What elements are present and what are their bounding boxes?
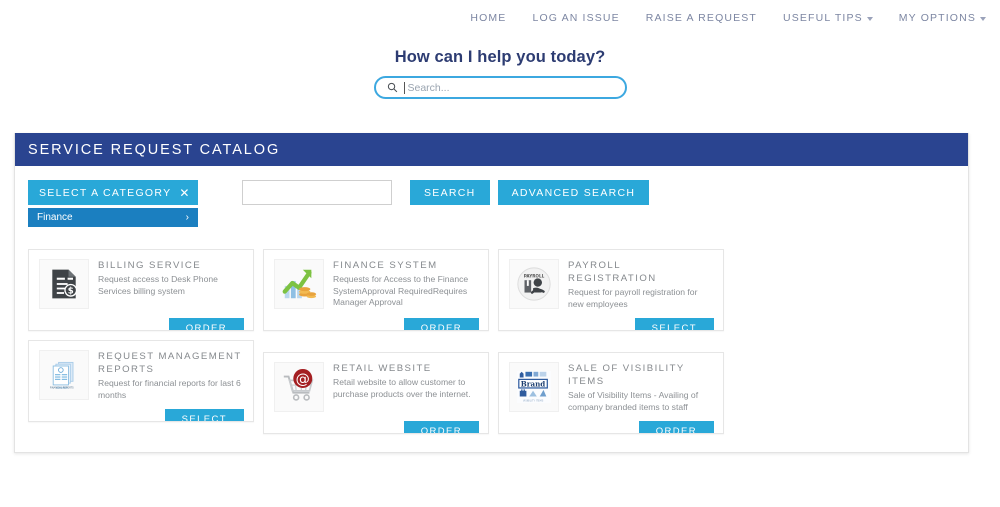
service-card[interactable]: Brand VISIBILITY ITEMS SALE OF VISIBILIT… <box>498 352 724 434</box>
service-card-text: FINANCE SYSTEM Requests for Access to th… <box>333 259 478 311</box>
nav-item-label: MY OPTIONS <box>898 12 976 24</box>
hero-section: How can I help you today? <box>0 48 1000 99</box>
service-card-title: BILLING SERVICE <box>98 260 202 271</box>
advanced-search-button[interactable]: ADVANCED SEARCH <box>497 180 650 205</box>
search-button[interactable]: SEARCH <box>410 180 490 205</box>
svg-text:$: $ <box>68 287 74 297</box>
order-button[interactable]: ORDER <box>403 318 479 330</box>
chevron-down-icon <box>980 17 986 21</box>
subcategory-label: Finance <box>37 212 73 223</box>
select-category-label: SELECT A CATEGORY <box>39 186 172 199</box>
service-card[interactable]: FINANCIAL REPORTS REQUEST MANAGEMENT REP… <box>28 340 254 422</box>
financial-reports-icon: FINANCIAL REPORTS <box>39 350 89 400</box>
service-card-text: REQUEST MANAGEMENT REPORTS Request for f… <box>98 350 243 402</box>
service-request-catalog-panel: SERVICE REQUEST CATALOG SELECT A CATEGOR… <box>14 133 969 453</box>
subcategory-item-finance[interactable]: Finance › <box>28 208 198 227</box>
search-icon <box>387 82 397 93</box>
service-card-description: Request access to Desk Phone Services bi… <box>98 274 218 296</box>
brand-items-icon: Brand VISIBILITY ITEMS <box>509 362 559 412</box>
global-search-box[interactable] <box>373 76 627 99</box>
clear-category-icon[interactable]: ✕ <box>179 187 190 199</box>
service-card-title: PAYROLL REGISTRATION <box>568 260 657 284</box>
payroll-person-icon: PAYROLL <box>509 259 559 309</box>
service-card-text: PAYROLL REGISTRATION Request for payroll… <box>568 259 713 311</box>
nav-item-home[interactable]: HOME <box>470 12 506 24</box>
top-navigation: HOME LOG AN ISSUE RAISE A REQUEST USEFUL… <box>0 0 1000 40</box>
panel-header-title: SERVICE REQUEST CATALOG <box>28 141 281 158</box>
panel-header: SERVICE REQUEST CATALOG <box>15 133 968 166</box>
service-card-text: BILLING SERVICE Request access to Desk P… <box>98 259 243 311</box>
order-button[interactable]: ORDER <box>638 421 714 433</box>
service-card-description: Retail website to allow customer to purc… <box>333 377 471 399</box>
nav-item-label: USEFUL TIPS <box>783 12 863 24</box>
svg-text:FINANCIAL REPORTS: FINANCIAL REPORTS <box>50 386 74 389</box>
nav-item-my-options[interactable]: MY OPTIONS <box>899 12 986 24</box>
svg-text:PAYROLL: PAYROLL <box>524 273 545 278</box>
growth-chart-coins-icon <box>274 259 324 309</box>
service-card[interactable]: FINANCE SYSTEM Requests for Access to th… <box>263 249 489 331</box>
nav-item-useful-tips[interactable]: USEFUL TIPS <box>783 12 873 24</box>
invoice-dollar-icon: $ <box>39 259 89 309</box>
service-card-title: FINANCE SYSTEM <box>333 260 438 271</box>
shopping-cart-at-icon: @ <box>274 362 324 412</box>
svg-text:Brand: Brand <box>521 380 546 389</box>
service-card-title: SALE OF VISIBILITY ITEMS <box>568 363 685 387</box>
service-card-description: Sale of Visibility Items - Availing of c… <box>568 390 708 414</box>
order-button[interactable]: ORDER <box>403 421 479 433</box>
global-search-input[interactable] <box>403 81 614 94</box>
select-category-dropdown[interactable]: SELECT A CATEGORY ✕ <box>28 180 207 205</box>
service-card[interactable]: $ BILLING SERVICE Request access to Desk… <box>28 249 254 331</box>
service-card-text: SALE OF VISIBILITY ITEMS Sale of Visibil… <box>568 362 713 414</box>
service-card-description: Requests for Access to the Finance Syste… <box>333 274 469 307</box>
select-button[interactable]: SELECT <box>164 409 244 421</box>
category-filter-group: SELECT A CATEGORY ✕ Finance › <box>28 180 207 227</box>
order-button[interactable]: ORDER <box>168 318 244 330</box>
select-button[interactable]: SELECT <box>634 318 714 330</box>
nav-item-log-an-issue[interactable]: LOG AN ISSUE <box>532 12 619 24</box>
nav-item-label: HOME <box>470 12 507 24</box>
service-card[interactable]: PAYROLL PAYROLL REGISTRATION Request for… <box>498 249 724 331</box>
chevron-down-icon <box>866 17 873 21</box>
service-card-title: RETAIL WEBSITE <box>333 363 432 374</box>
chevron-down-icon <box>198 190 207 195</box>
service-card-grid: $ BILLING SERVICE Request access to Desk… <box>28 249 955 434</box>
nav-item-label: RAISE A REQUEST <box>645 12 757 24</box>
catalog-toolbar: SELECT A CATEGORY ✕ Finance › SEARCH ADV… <box>28 180 955 227</box>
keyword-search-input[interactable] <box>242 180 392 205</box>
chevron-right-icon: › <box>185 212 189 223</box>
service-card-description: Request for financial reports for last 6… <box>98 378 241 400</box>
service-card-title: REQUEST MANAGEMENT REPORTS <box>98 351 242 375</box>
nav-item-label: LOG AN ISSUE <box>532 12 620 24</box>
panel-body: SELECT A CATEGORY ✕ Finance › SEARCH ADV… <box>15 166 968 452</box>
nav-item-raise-a-request[interactable]: RAISE A REQUEST <box>646 12 757 24</box>
service-card[interactable]: @ RETAIL WEBSITE Retail website to allow… <box>263 352 489 434</box>
svg-text:VISIBILITY ITEMS: VISIBILITY ITEMS <box>523 398 544 402</box>
service-card-text: RETAIL WEBSITE Retail website to allow c… <box>333 362 478 414</box>
page-title: How can I help you today? <box>394 48 606 66</box>
service-card-description: Request for payroll registration for new… <box>568 287 698 309</box>
svg-text:@: @ <box>296 372 310 388</box>
